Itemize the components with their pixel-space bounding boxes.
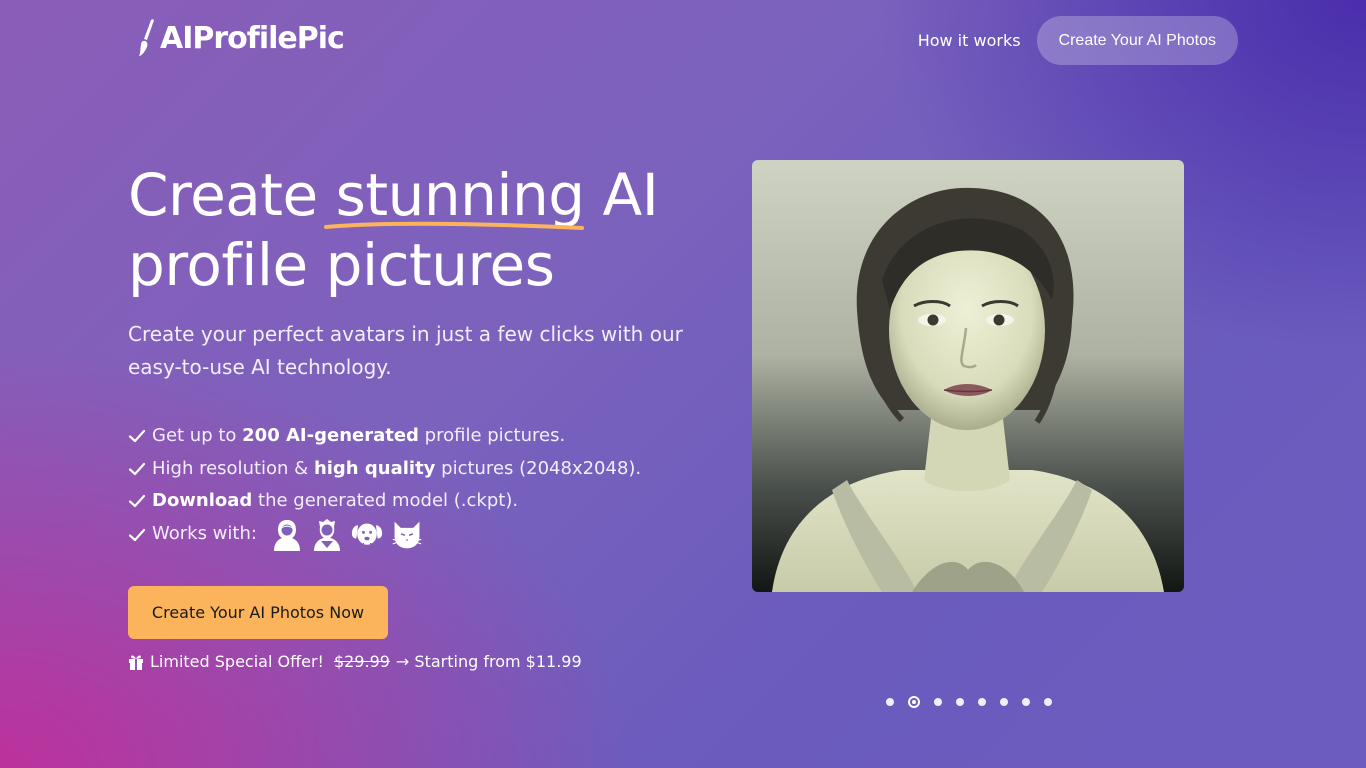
dog-icon [351,522,383,547]
hero-title-line2: profile pictures [128,231,555,299]
carousel-dot[interactable] [934,698,942,706]
carousel-dot[interactable] [1022,698,1030,706]
check-icon [128,430,146,443]
how-it-works-link[interactable]: How it works [918,31,1021,50]
feature-item: Download the generated model (.ckpt). [128,485,641,518]
woman-icon [273,519,300,551]
works-with-icons [271,518,423,552]
hero-title: Create stunning AI profile pictures [128,160,728,300]
man-icon [313,518,340,551]
carousel-dot[interactable] [956,698,964,706]
brush-icon [139,19,154,56]
carousel-dot-active[interactable] [908,696,920,708]
create-photos-now-button[interactable]: Create Your AI Photos Now [128,586,388,639]
hero-title-before: Create [128,161,336,229]
logo[interactable]: AIProfilePic [138,18,345,58]
create-photos-nav-button[interactable]: Create Your AI Photos [1036,16,1238,65]
carousel-dot[interactable] [978,698,986,706]
feature-item: Get up to 200 AI-generated profile pictu… [128,420,641,453]
cat-icon [392,521,422,548]
check-icon [128,528,146,541]
check-icon [128,495,146,508]
logo-text: AIProfilePic [160,20,345,56]
hero-title-highlight: stunning [323,160,585,230]
hero-title-after: AI [584,161,659,229]
offer-label: Limited Special Offer! [150,652,324,671]
hero-portrait-image [752,160,1184,592]
carousel-dots [886,696,1052,708]
hero-subtitle: Create your perfect avatars in just a fe… [128,322,683,379]
gift-icon [129,655,143,670]
feature-item-works-with: Works with: [128,518,641,552]
top-nav: How it works Create Your AI Photos [918,16,1238,65]
carousel-dot[interactable] [886,698,894,706]
carousel-dot[interactable] [1000,698,1008,706]
feature-item: High resolution & high quality pictures … [128,453,641,486]
check-icon [128,462,146,475]
offer-old-price: $29.99 [333,652,390,671]
feature-list: Get up to 200 AI-generated profile pictu… [128,420,641,552]
carousel-dot[interactable] [1044,698,1052,706]
underline-stroke [323,221,584,230]
special-offer: Limited Special Offer! $29.99 → Starting… [128,652,582,671]
offer-new-price: → Starting from $11.99 [395,652,582,671]
